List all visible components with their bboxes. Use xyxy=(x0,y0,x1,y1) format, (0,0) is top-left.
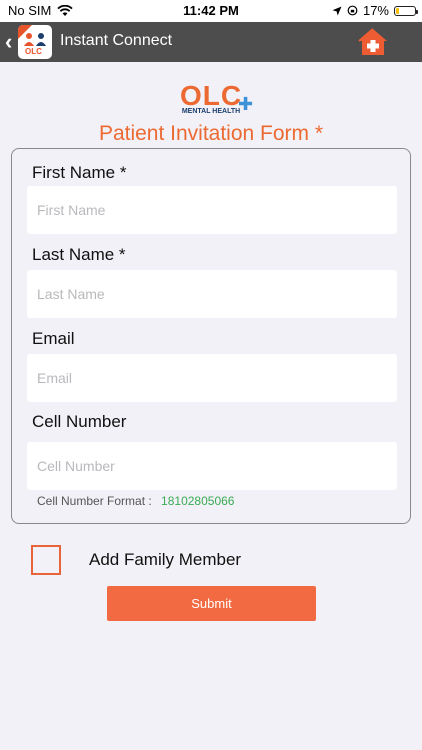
medical-plus-icon: ✚ xyxy=(237,94,255,114)
last-name-label: Last Name * xyxy=(32,245,126,264)
cell-number-input[interactable] xyxy=(27,442,397,490)
cell-format-label: Cell Number Format : xyxy=(37,494,152,508)
last-name-input[interactable] xyxy=(27,270,397,318)
battery-icon xyxy=(394,5,418,16)
back-chevron-icon[interactable]: ‹ xyxy=(5,31,19,53)
brand-logo-mark: OLC ✚ xyxy=(179,80,253,115)
cell-format-hint: Cell Number Format : 18102805066 xyxy=(37,494,234,508)
rotation-lock-icon xyxy=(347,5,358,16)
submit-button[interactable]: Submit xyxy=(107,586,316,621)
app-logo-text: OLC xyxy=(25,47,42,56)
battery-percent: 17% xyxy=(362,3,389,18)
add-family-member-checkbox[interactable] xyxy=(31,545,61,575)
location-arrow-icon xyxy=(332,6,342,15)
brand-logo-text: OLC xyxy=(179,80,243,111)
nav-bar: ‹ OLC Instant Connect xyxy=(0,22,422,62)
brand-logo: OLC ✚ MENTAL HEALTH xyxy=(0,80,422,116)
invitation-form-card: First Name * Last Name * Email Cell Numb… xyxy=(11,148,411,524)
home-medical-icon[interactable] xyxy=(358,27,388,57)
email-label: Email xyxy=(32,329,75,348)
email-input[interactable] xyxy=(27,354,397,402)
add-family-member-label: Add Family Member xyxy=(89,550,242,569)
cell-number-label: Cell Number xyxy=(32,412,127,431)
first-name-label: First Name * xyxy=(32,163,127,182)
first-name-input[interactable] xyxy=(27,186,397,234)
app-logo: OLC xyxy=(18,25,52,59)
battery-fill xyxy=(396,7,399,14)
status-right: 17% xyxy=(332,3,418,18)
form-title: Patient Invitation Form * xyxy=(98,122,324,145)
status-bar: No SIM 11:42 PM 17% xyxy=(0,0,422,22)
cell-format-value: 18102805066 xyxy=(161,494,235,508)
nav-title: Instant Connect xyxy=(60,32,173,49)
